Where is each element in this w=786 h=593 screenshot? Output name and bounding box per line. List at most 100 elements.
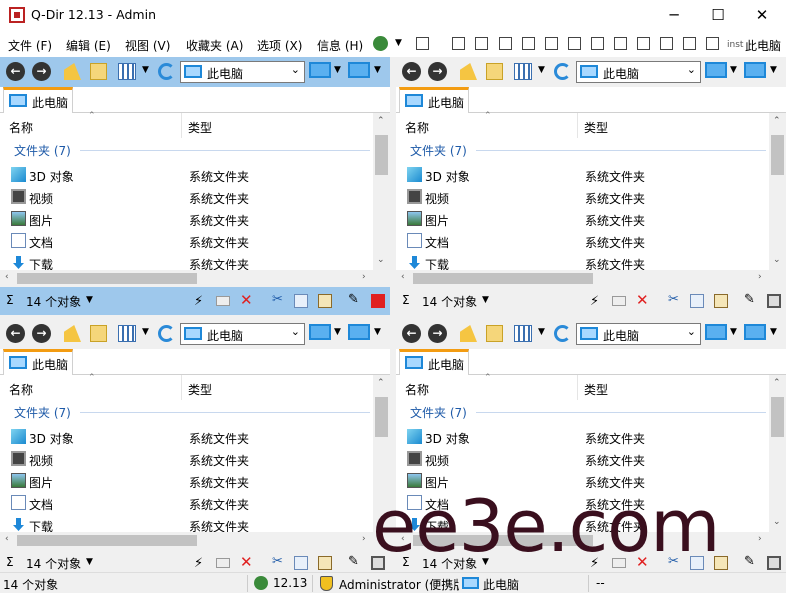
scroll-up-icon[interactable]: ⌃ [773, 116, 781, 126]
tab-this-pc[interactable]: 此电脑 [3, 349, 73, 376]
app-icon[interactable] [9, 7, 25, 23]
chevron-down-icon[interactable]: ▼ [86, 295, 93, 305]
rename-icon[interactable] [216, 558, 230, 568]
cut-icon[interactable]: ✂ [272, 292, 286, 307]
computer-icon[interactable] [309, 324, 331, 340]
up-folder-icon[interactable] [460, 63, 477, 80]
paste-icon[interactable] [318, 294, 332, 308]
copy-icon[interactable] [690, 294, 704, 308]
tab-this-pc[interactable]: 此电脑 [399, 87, 469, 114]
layout-icon[interactable] [706, 37, 719, 50]
menu-edit[interactable]: 编辑 (E) [66, 37, 111, 54]
refresh-icon[interactable] [158, 325, 175, 342]
list-item[interactable]: 文档 系统文件夹 [0, 230, 373, 252]
scroll-thumb[interactable] [17, 273, 197, 284]
globe-icon[interactable] [373, 36, 388, 51]
computer-icon[interactable] [705, 324, 727, 340]
group-header[interactable]: 文件夹 (7) [14, 142, 71, 159]
chevron-down-icon[interactable]: ▼ [730, 327, 737, 337]
edit-icon[interactable]: ✎ [744, 292, 758, 307]
layout-icon[interactable] [545, 37, 558, 50]
up-folder-icon[interactable] [64, 325, 81, 342]
scroll-down-icon[interactable]: ⌄ [773, 517, 781, 527]
scroll-thumb[interactable] [375, 135, 388, 175]
chevron-down-icon[interactable]: ▼ [538, 65, 545, 75]
scroll-left-icon[interactable]: ‹ [401, 272, 405, 282]
chevron-down-icon[interactable]: ▼ [482, 295, 489, 305]
list-item[interactable]: 3D 对象 系统文件夹 [0, 164, 373, 186]
address-bar[interactable]: 此电脑 ⌄ [180, 323, 305, 345]
list-item[interactable]: 视频 系统文件夹 [396, 448, 769, 470]
layout-icon[interactable] [614, 37, 627, 50]
scroll-left-icon[interactable]: ‹ [5, 534, 9, 544]
scroll-down-icon[interactable]: ⌄ [773, 255, 781, 265]
chevron-down-icon[interactable]: ▼ [770, 327, 777, 337]
chevron-down-icon[interactable]: ▼ [374, 327, 381, 337]
layout-icon[interactable] [499, 37, 512, 50]
group-header[interactable]: 文件夹 (7) [410, 142, 467, 159]
copy-icon[interactable] [294, 294, 308, 308]
horizontal-scrollbar[interactable]: ‹ › [0, 270, 373, 287]
back-button[interactable]: ← [6, 62, 25, 81]
scroll-down-icon[interactable]: ⌄ [377, 255, 385, 265]
delete-icon[interactable]: ✕ [636, 291, 650, 309]
list-item[interactable]: 3D 对象 系统文件夹 [396, 426, 769, 448]
column-divider[interactable] [577, 375, 578, 400]
chevron-down-icon[interactable]: ⌄ [291, 325, 300, 338]
lightning-icon[interactable]: ⚡ [194, 294, 208, 309]
layout-icon[interactable] [568, 37, 581, 50]
properties-icon[interactable] [767, 556, 781, 570]
computer-icon[interactable] [744, 324, 766, 340]
scroll-right-icon[interactable]: › [362, 272, 366, 282]
computer-icon[interactable] [348, 62, 370, 78]
group-header[interactable]: 文件夹 (7) [14, 404, 71, 421]
computer-icon[interactable] [744, 62, 766, 78]
forward-button[interactable]: → [428, 62, 447, 81]
forward-button[interactable]: → [428, 324, 447, 343]
chevron-down-icon[interactable]: ▼ [142, 65, 149, 75]
list-item[interactable]: 3D 对象 系统文件夹 [396, 164, 769, 186]
view-mode-icon[interactable] [514, 325, 532, 342]
cut-icon[interactable]: ✂ [668, 292, 682, 307]
refresh-icon[interactable] [554, 325, 571, 342]
back-button[interactable]: ← [402, 324, 421, 343]
list-item[interactable]: 图片 系统文件夹 [0, 470, 373, 492]
menu-favorites[interactable]: 收藏夹 (A) [186, 37, 243, 54]
layout-icon[interactable] [475, 37, 488, 50]
computer-icon[interactable] [705, 62, 727, 78]
chevron-down-icon[interactable]: ▼ [395, 38, 402, 48]
column-divider[interactable] [577, 113, 578, 138]
edit-icon[interactable]: ✎ [744, 554, 758, 569]
list-item[interactable]: 视频 系统文件夹 [0, 186, 373, 208]
forward-button[interactable]: → [32, 324, 51, 343]
close-button[interactable]: ✕ [740, 0, 784, 30]
layout-icon[interactable] [591, 37, 604, 50]
chevron-down-icon[interactable]: ▼ [374, 65, 381, 75]
list-item[interactable]: 3D 对象 系统文件夹 [0, 426, 373, 448]
chevron-down-icon[interactable]: ▼ [142, 327, 149, 337]
menu-file[interactable]: 文件 (F) [8, 37, 52, 54]
column-name[interactable]: 名称 [9, 119, 33, 136]
properties-icon[interactable] [371, 294, 385, 308]
back-button[interactable]: ← [6, 324, 25, 343]
column-divider[interactable] [181, 375, 182, 400]
address-bar[interactable]: 此电脑 ⌄ [576, 61, 701, 83]
menu-options[interactable]: 选项 (X) [257, 37, 302, 54]
cut-icon[interactable]: ✂ [272, 554, 286, 569]
scroll-thumb[interactable] [771, 397, 784, 437]
column-name[interactable]: 名称 [405, 381, 429, 398]
scroll-right-icon[interactable]: › [758, 534, 762, 544]
column-type[interactable]: 类型 [188, 381, 212, 398]
scroll-left-icon[interactable]: ‹ [5, 272, 9, 282]
view-mode-icon[interactable] [514, 63, 532, 80]
scroll-up-icon[interactable]: ⌃ [377, 378, 385, 388]
scroll-thumb[interactable] [771, 135, 784, 175]
horizontal-scrollbar[interactable]: ‹ › [0, 532, 373, 549]
inst-label[interactable]: inst [727, 40, 743, 50]
delete-icon[interactable]: ✕ [240, 553, 254, 571]
rename-icon[interactable] [612, 296, 626, 306]
scroll-right-icon[interactable]: › [362, 534, 366, 544]
address-bar[interactable]: 此电脑 ⌄ [576, 323, 701, 345]
column-type[interactable]: 类型 [188, 119, 212, 136]
address-bar[interactable]: 此电脑 ⌄ [180, 61, 305, 83]
